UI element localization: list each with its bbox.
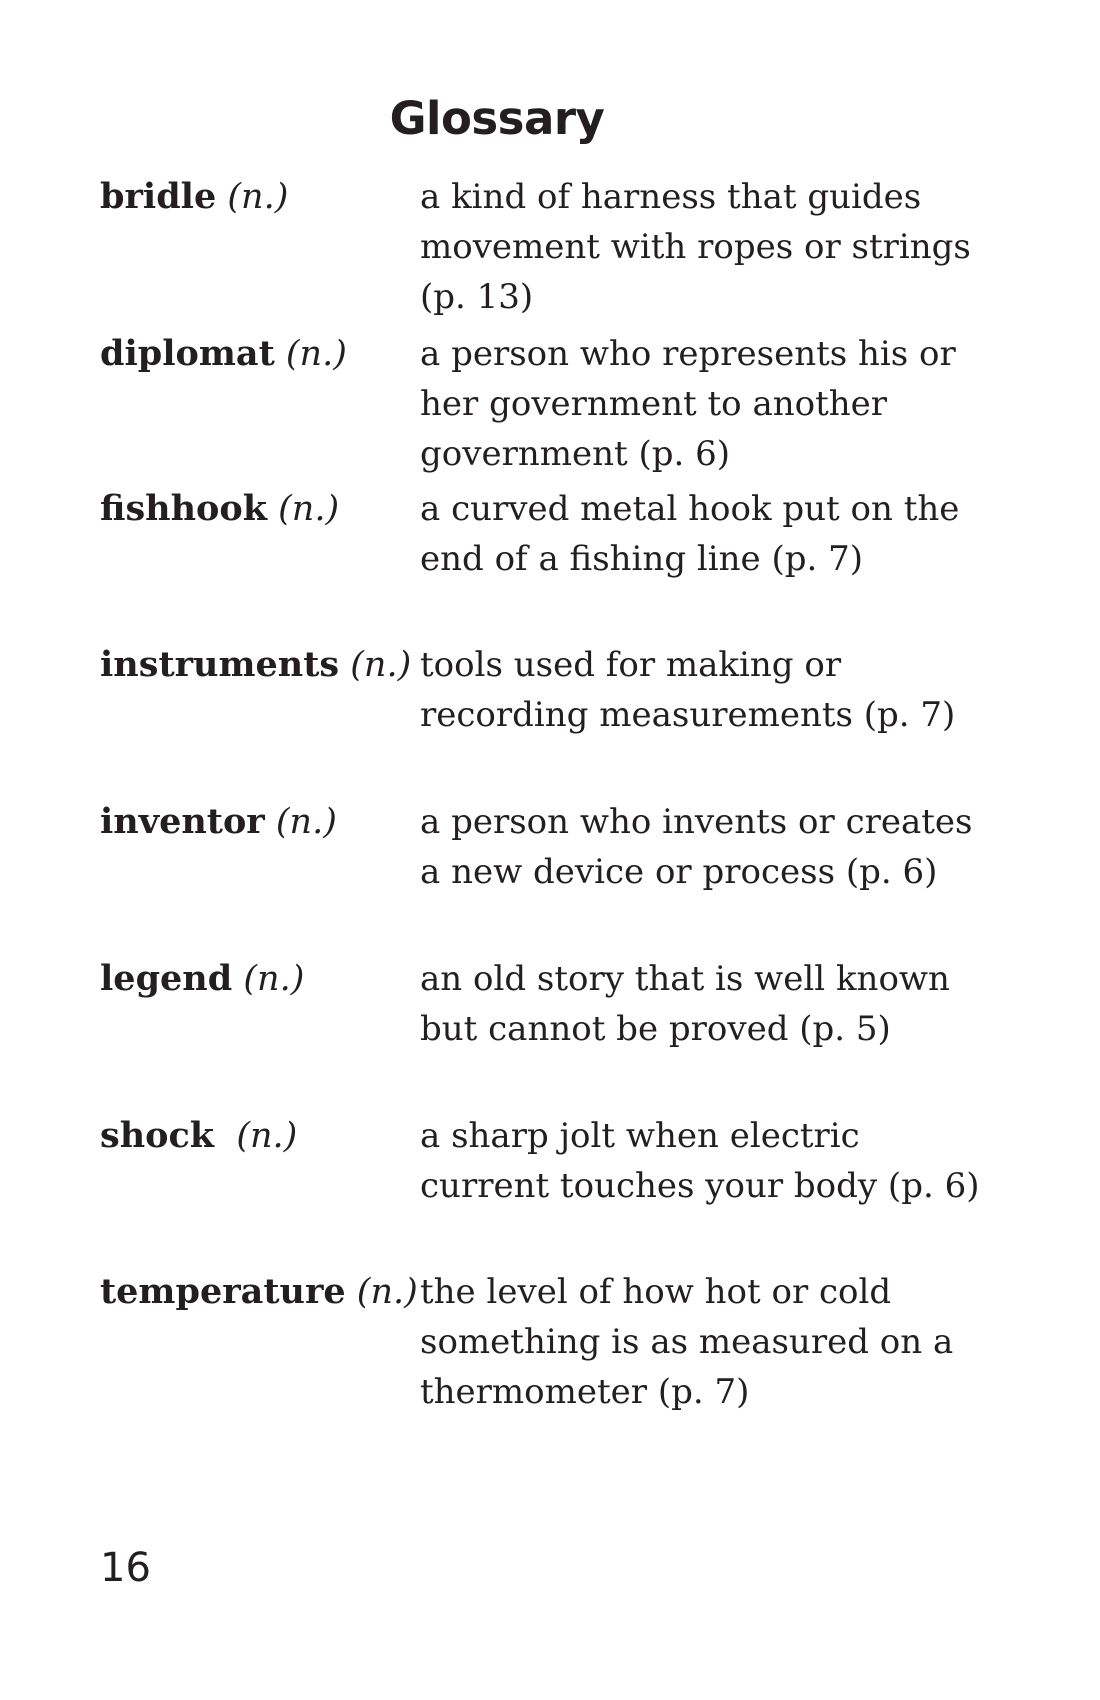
part-of-speech: (n.): [350, 645, 412, 685]
glossary-definition: the level of how hot or cold something i…: [420, 1272, 954, 1412]
glossary-term: bridle: [100, 176, 217, 217]
glossary-term: legend: [100, 958, 233, 999]
glossary-definition: an old story that is well known but cann…: [420, 959, 950, 1049]
glossary-definition: a person who represents his or her gover…: [420, 334, 956, 474]
page-number: 16: [100, 1545, 151, 1591]
glossary-definition: a kind of harness that guides movement w…: [420, 177, 971, 317]
glossary-term: inventor: [100, 801, 265, 842]
term-cell: temperature (n.): [100, 1267, 420, 1317]
glossary-definition: a person who invents or creates a new de…: [420, 802, 973, 892]
glossary-term: shock: [100, 1115, 215, 1156]
glossary-definition: a sharp jolt when electric current touch…: [420, 1116, 980, 1206]
part-of-speech: (n.): [243, 959, 305, 999]
glossary-definition: tools used for making or recording measu…: [420, 645, 956, 735]
glossary-term: temperature: [100, 1271, 346, 1312]
part-of-speech: (n.): [236, 1116, 298, 1156]
part-of-speech: (n.): [356, 1272, 418, 1312]
term-cell: diplomat (n.): [100, 329, 420, 379]
part-of-speech: (n.): [285, 334, 347, 374]
glossary-term: fishhook: [100, 488, 267, 529]
term-cell: fishhook (n.): [100, 484, 420, 534]
glossary-term: instruments: [100, 644, 340, 685]
term-cell: instruments (n.): [100, 640, 420, 690]
part-of-speech: (n.): [227, 177, 289, 217]
term-cell: inventor (n.): [100, 797, 420, 847]
term-cell: shock (n.): [100, 1111, 420, 1161]
glossary-term: diplomat: [100, 333, 275, 374]
page-title: Glossary: [389, 92, 605, 145]
term-cell: bridle (n.): [100, 172, 420, 222]
glossary-definition: a curved metal hook put on the end of a …: [420, 489, 960, 579]
part-of-speech: (n.): [275, 802, 337, 842]
term-cell: legend (n.): [100, 954, 420, 1004]
part-of-speech: (n.): [278, 489, 340, 529]
